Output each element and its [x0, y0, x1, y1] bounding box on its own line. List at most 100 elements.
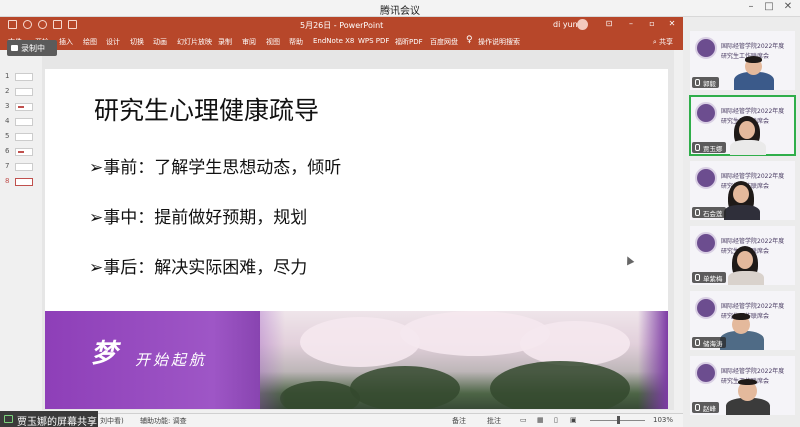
school-emblem-icon	[695, 232, 717, 254]
screen-share-label: 贾玉娜的屏幕共享	[17, 417, 97, 427]
meeting-title: 腾讯会议	[380, 6, 420, 17]
touch-mode-icon[interactable]	[68, 20, 77, 29]
participant-panel: 国际经管学院2022年度 研究生工作联席会 郭毅 国际经管学院2022年度 研究…	[683, 17, 800, 427]
banner-purple-edge	[638, 311, 668, 409]
tab-wps-pdf[interactable]: WPS PDF	[358, 37, 389, 45]
tab-animations[interactable]: 动画	[153, 37, 167, 47]
share-button[interactable]: ⌕ 共享	[653, 37, 673, 47]
zoom-slider-handle[interactable]	[617, 416, 620, 424]
thumbnail-number: 4	[5, 117, 10, 125]
participant-tile-jia[interactable]: 国际经管学院2022年度 研究生工作联席会 贾玉娜	[689, 95, 796, 156]
maximize-icon[interactable]: □	[762, 1, 776, 12]
tab-endnote[interactable]: EndNote X8	[313, 37, 354, 45]
thumbnail-5[interactable]: 5	[5, 132, 41, 142]
thumbnail-1[interactable]: 1	[5, 72, 41, 82]
powerpoint-window: 5月26日 - PowerPoint di yuna ⊡ – ▫ ✕ 文件 开始…	[0, 17, 683, 427]
lightbulb-icon: ♀	[466, 35, 473, 45]
bullet-during[interactable]: ➢事中：提前做好预期，规划	[89, 203, 307, 228]
thumbnail-number: 5	[5, 132, 10, 140]
participant-tile-guo[interactable]: 国际经管学院2022年度 研究生工作联席会 郭毅	[690, 31, 795, 90]
participant-tile-chu[interactable]: 国际经管学院2022年度 研究生工作联席会 储海涛	[690, 291, 795, 350]
bullet-before[interactable]: ➢事前：了解学生思想动态，倾听	[89, 153, 341, 178]
sorter-view-icon[interactable]: ▦	[537, 416, 544, 424]
ppt-close-icon[interactable]: ✕	[666, 19, 678, 28]
thumbnail-accent	[18, 151, 24, 153]
status-bar: 刘中看) 辅助功能: 调查 备注 批注 ▭ ▦ ▯ ▣ 103%	[0, 413, 683, 427]
tab-draw[interactable]: 绘图	[83, 37, 97, 47]
tab-baidu-netdisk[interactable]: 百度网盘	[430, 37, 458, 47]
tab-review[interactable]: 审阅	[242, 37, 256, 47]
current-slide[interactable]: 研究生心理健康疏导 ➢事前：了解学生思想动态，倾听 ➢事中：提前做好预期，规划 …	[45, 69, 668, 409]
mic-icon	[695, 274, 700, 281]
slide-thumbnail-panel[interactable]: 1 2 3 4 5 6 7 8	[0, 50, 42, 410]
recording-label: 录制中	[21, 44, 45, 53]
screen-share-banner: 贾玉娜的屏幕共享	[0, 411, 98, 427]
participant-name: 郭毅	[692, 77, 719, 88]
thumbnail-preview	[15, 118, 33, 126]
school-emblem-icon	[695, 102, 717, 124]
undo-icon[interactable]	[23, 20, 32, 29]
mic-icon	[695, 144, 700, 151]
accessibility-status[interactable]: 辅助功能: 调查	[140, 416, 187, 426]
bullet-after[interactable]: ➢事后：解决实际困难，尽力	[89, 253, 307, 278]
participant-tile-zhao[interactable]: 国际经管学院2022年度 研究生工作联席会 赵峰	[690, 356, 795, 415]
participant-tile-shi[interactable]: 国际经管学院2022年度 研究生工作联席会 石会莲	[690, 161, 795, 220]
school-emblem-icon	[695, 37, 717, 59]
thumbnail-number: 3	[5, 102, 10, 110]
tab-record[interactable]: 录制	[218, 37, 232, 47]
tab-view[interactable]: 视图	[266, 37, 280, 47]
thumbnail-2[interactable]: 2	[5, 87, 41, 97]
slide-info: 刘中看)	[100, 417, 124, 425]
close-icon[interactable]: ✕	[781, 1, 795, 12]
save-icon[interactable]	[8, 20, 17, 29]
tab-insert[interactable]: 插入	[59, 37, 73, 47]
participant-name: 赵峰	[692, 402, 719, 413]
thumbnail-7[interactable]: 7	[5, 162, 41, 172]
tab-design[interactable]: 设计	[106, 37, 120, 47]
thumbnail-preview	[15, 178, 33, 186]
redo-icon[interactable]	[38, 20, 47, 29]
participant-tile-shan[interactable]: 国际经管学院2022年度 研究生工作联席会 单紫梅	[690, 226, 795, 285]
slide-banner-image: 梦 开始起航	[45, 311, 668, 409]
reading-view-icon[interactable]: ▯	[554, 416, 558, 424]
thumbnail-4[interactable]: 4	[5, 117, 41, 127]
ribbon-display-icon[interactable]: ⊡	[603, 19, 615, 28]
mic-icon	[695, 79, 700, 86]
thumbnail-number: 1	[5, 72, 10, 80]
banner-dream-char: 梦	[91, 339, 118, 369]
ribbon-tabs: 文件 开始 插入 绘图 设计 切换 动画 幻灯片放映 录制 审阅 视图 帮助 E…	[0, 34, 683, 50]
tab-foxit-pdf[interactable]: 福昕PDF	[395, 37, 423, 47]
minimize-icon[interactable]: –	[744, 1, 758, 12]
tile-caption-1: 国际经管学院2022年度	[721, 173, 785, 180]
thumbnail-8[interactable]: 8	[5, 177, 41, 187]
mic-icon	[695, 209, 700, 216]
tile-caption-1: 国际经管学院2022年度	[721, 238, 785, 245]
thumbnail-3[interactable]: 3	[5, 102, 41, 112]
zoom-level[interactable]: 103%	[653, 416, 673, 424]
meeting-title-bar: 腾讯会议 – □ ✕	[0, 0, 800, 17]
participant-name: 贾玉娜	[692, 142, 726, 153]
thumbnail-number: 2	[5, 87, 10, 95]
slide-title[interactable]: 研究生心理健康疏导	[94, 91, 319, 127]
recording-indicator[interactable]: 录制中	[7, 40, 57, 56]
tab-transitions[interactable]: 切换	[130, 37, 144, 47]
notes-button[interactable]: 备注	[452, 416, 466, 426]
ppt-minimize-icon[interactable]: –	[625, 19, 637, 28]
school-emblem-icon	[695, 167, 717, 189]
normal-view-icon[interactable]: ▭	[520, 416, 527, 424]
thumbnail-6[interactable]: 6	[5, 147, 41, 157]
thumbnail-number: 8	[5, 177, 10, 185]
school-emblem-icon	[695, 297, 717, 319]
slide-editing-area[interactable]: 研究生心理健康疏导 ➢事前：了解学生思想动态，倾听 ➢事中：提前做好预期，规划 …	[42, 50, 674, 410]
tencent-meeting-window: 腾讯会议 – □ ✕ 5月26日 - PowerPoint di yuna ⊡ …	[0, 0, 800, 427]
slideshow-icon[interactable]	[53, 20, 62, 29]
mouse-cursor	[623, 254, 635, 266]
ppt-restore-icon[interactable]: ▫	[646, 19, 658, 28]
comments-button[interactable]: 批注	[487, 416, 501, 426]
tile-caption-1: 国际经管学院2022年度	[721, 108, 785, 115]
account-avatar[interactable]	[577, 19, 588, 30]
tab-help[interactable]: 帮助	[289, 37, 303, 47]
tab-slideshow[interactable]: 幻灯片放映	[177, 37, 212, 47]
tell-me-search[interactable]: 操作说明搜索	[478, 37, 520, 47]
presenter-view-icon[interactable]: ▣	[570, 416, 577, 424]
